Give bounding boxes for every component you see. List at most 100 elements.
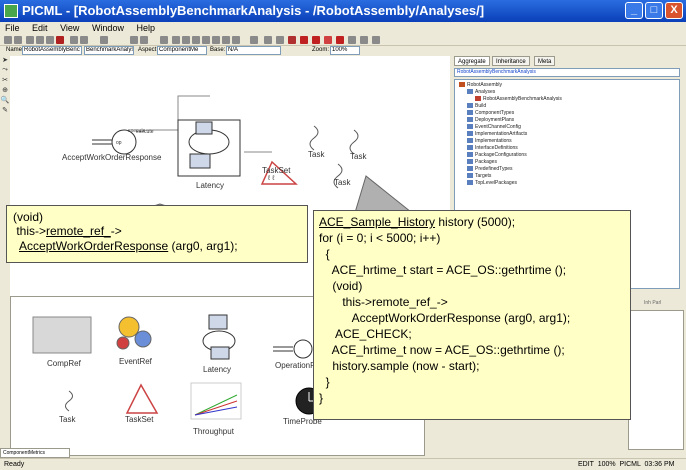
minimize-button[interactable]: _ (625, 2, 643, 19)
menu-file[interactable]: File (0, 22, 25, 35)
tree-item[interactable]: EventChannelConfig (467, 124, 521, 130)
help-icon[interactable] (250, 36, 258, 44)
disconnect-mode-icon[interactable]: ✂ (0, 76, 10, 86)
tree-item[interactable]: Analyses (467, 89, 495, 95)
palette-label: Throughput (193, 427, 234, 436)
task-icon[interactable] (65, 390, 73, 412)
code-line: } (319, 391, 324, 405)
grid-icon[interactable] (160, 36, 168, 44)
tab-meta[interactable]: Meta (534, 56, 556, 66)
code-line: ACE_hrtime_t start = ACE_OS::gethrtime (… (319, 263, 567, 277)
eventref-icon[interactable] (116, 316, 152, 350)
latency-label: Latency (196, 181, 225, 190)
operation-ref-label: AcceptWorkOrderResponse (62, 153, 162, 162)
task-icon[interactable] (349, 129, 359, 155)
tree-item[interactable]: RobotAssemblyBenchmarkAnalysis (475, 96, 562, 102)
menu-bar: File Edit View Window Help (0, 22, 686, 35)
layout-icon[interactable] (172, 36, 180, 44)
base-field: N/A (226, 46, 281, 55)
tree-item[interactable]: TopLevelPackages (467, 180, 517, 186)
name-field[interactable]: RobotAssemblyBenc (22, 46, 82, 55)
task-icon[interactable] (309, 125, 319, 151)
layout-icon-4[interactable] (202, 36, 210, 44)
code-line: for (i = 0; i < 5000; i++) (319, 231, 441, 245)
menu-help[interactable]: Help (131, 22, 160, 35)
paste-icon[interactable] (46, 36, 54, 44)
tree-item[interactable]: ComponentTypes (467, 110, 514, 116)
code-line: (void) (13, 210, 44, 224)
browser-combo[interactable]: RobotAssemblyBenchmarkAnalysis (454, 68, 680, 77)
tree-item[interactable]: Implementations (467, 138, 512, 144)
interpreter-icon-5[interactable] (312, 36, 320, 44)
interpreter-icon-3[interactable] (288, 36, 296, 44)
taskset-label: TaskSet (262, 166, 291, 175)
zoom-mode-icon[interactable]: 🔍 (0, 96, 10, 106)
code-callout-small: (void) this->remote_ref_-> AcceptWorkOrd… (6, 205, 308, 263)
save-icon[interactable] (14, 36, 22, 44)
copy-icon[interactable] (36, 36, 44, 44)
layout-icon-3[interactable] (192, 36, 200, 44)
maximize-button[interactable]: □ (645, 2, 663, 19)
task-label: Task (308, 150, 325, 159)
undo-icon[interactable] (70, 36, 78, 44)
interpreter-icon-10[interactable] (372, 36, 380, 44)
tree-item[interactable]: PredefinedTypes (467, 166, 513, 172)
palette-tab[interactable]: ComponentMetrics (0, 448, 70, 458)
attribute-list[interactable] (628, 310, 684, 450)
cut-icon[interactable] (26, 36, 34, 44)
palette-label: EventRef (119, 357, 152, 366)
interpreter-icon-4[interactable] (300, 36, 308, 44)
operationref-icon[interactable] (273, 339, 313, 359)
visualize-mode-icon[interactable]: ✎ (0, 106, 10, 116)
inherited-checkbox[interactable]: Inh Parl (644, 300, 684, 308)
interpreter-icon-6[interactable] (324, 36, 332, 44)
zoom-label: Zoom: (312, 47, 330, 53)
menu-view[interactable]: View (55, 22, 84, 35)
compref-icon[interactable] (32, 316, 92, 354)
tree-item[interactable]: InterfaceDefinitions (467, 145, 518, 151)
tree-item[interactable]: DeploymentPlans (467, 117, 514, 123)
interpreter-icon-7[interactable] (336, 36, 344, 44)
app-icon (4, 4, 18, 18)
layout-icon-6[interactable] (222, 36, 230, 44)
tree-item[interactable]: RobotAssembly (459, 82, 502, 88)
set-mode-icon[interactable]: ⊕ (0, 86, 10, 96)
interpreter-icon[interactable] (264, 36, 272, 44)
connect-icon[interactable] (130, 36, 138, 44)
tab-aggregate[interactable]: Aggregate (454, 56, 490, 66)
interpreter-icon-8[interactable] (348, 36, 356, 44)
code-line: ACE_CHECK; (319, 327, 412, 341)
main-toolbar (0, 35, 686, 46)
tree-item[interactable]: Targets (467, 173, 491, 179)
palette-label: Latency (203, 365, 232, 374)
interpreter-icon-9[interactable] (360, 36, 368, 44)
code-line: ACE_Sample_History history (5000); (319, 215, 516, 229)
pointer-icon[interactable]: ➤ (0, 56, 10, 66)
code-line: history.sample (now - start); (319, 359, 480, 373)
interpreter-icon-2[interactable] (276, 36, 284, 44)
close-button[interactable]: X (665, 2, 683, 19)
throughput-icon[interactable] (190, 382, 242, 420)
menu-window[interactable]: Window (87, 22, 129, 35)
tree-item[interactable]: ImplementationArtifacts (467, 131, 527, 137)
latency-node[interactable] (177, 119, 241, 177)
aspect-select[interactable]: ComponentMe (157, 46, 207, 55)
tab-inheritance[interactable]: Inheritance (492, 56, 530, 66)
layout-icon-7[interactable] (232, 36, 240, 44)
tree-item[interactable]: Build (467, 103, 486, 109)
redo-icon[interactable] (80, 36, 88, 44)
tree-item[interactable]: PackageConfigurations (467, 152, 527, 158)
delete-icon[interactable] (56, 36, 64, 44)
layout-icon-2[interactable] (182, 36, 190, 44)
tree-item[interactable]: Packages (467, 159, 497, 165)
zoom-select[interactable]: 100% (330, 46, 360, 55)
menu-edit[interactable]: Edit (27, 22, 53, 35)
zoom-icon[interactable] (100, 36, 108, 44)
connect-mode-icon[interactable]: ⤳ (0, 66, 10, 76)
latency-icon[interactable] (202, 314, 236, 360)
layout-icon-5[interactable] (212, 36, 220, 44)
check-model-icon[interactable] (140, 36, 148, 44)
check-icon[interactable] (4, 36, 12, 44)
palette-label: Task (59, 415, 76, 424)
taskset-icon[interactable] (125, 383, 159, 414)
